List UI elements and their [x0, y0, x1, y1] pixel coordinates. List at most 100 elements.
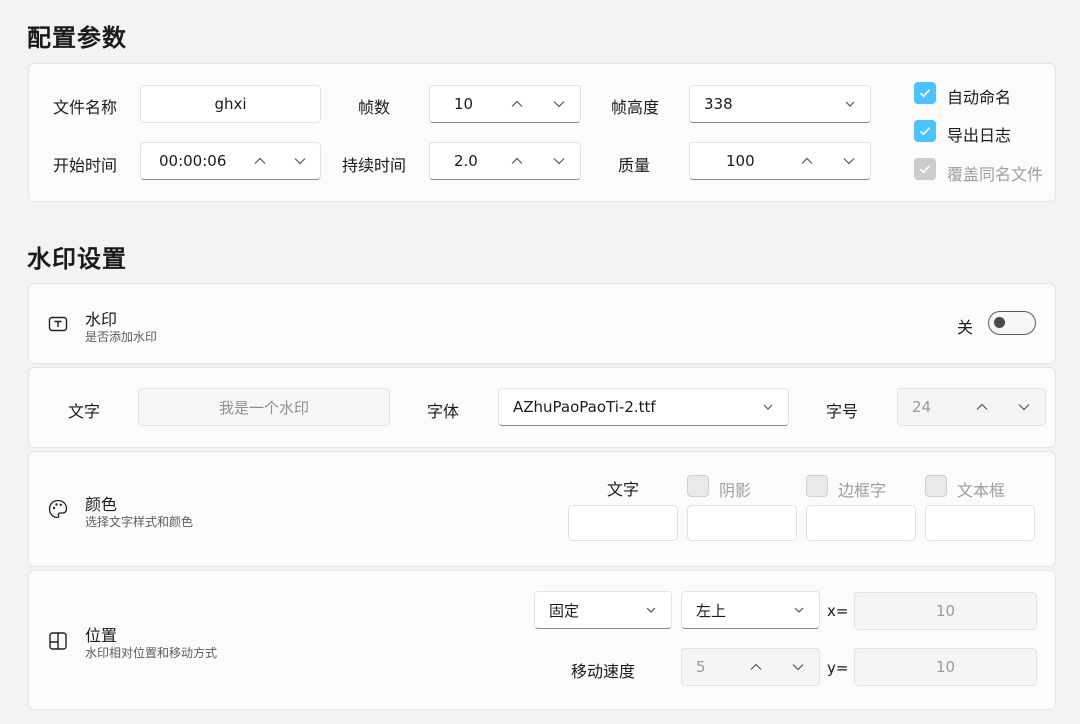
start-time-stepper[interactable]: 00:00:06	[140, 142, 321, 180]
watermark-toggle-desc: 是否添加水印	[85, 330, 158, 344]
frames-value: 10	[454, 95, 474, 113]
color-desc: 选择文字样式和颜色	[85, 515, 194, 529]
watermark-text-input[interactable]: 我是一个水印	[138, 388, 390, 426]
y-label: y=	[827, 659, 849, 677]
watermark-text-placeholder: 我是一个水印	[218, 398, 309, 417]
shadow-label: 阴影	[719, 481, 752, 500]
chevron-up-icon	[750, 663, 762, 670]
font-label: 字体	[427, 402, 460, 421]
color-title: 颜色	[85, 495, 118, 514]
speed-stepper[interactable]: 5	[681, 648, 820, 686]
y-input[interactable]: 10	[854, 648, 1037, 686]
x-input[interactable]: 10	[854, 592, 1037, 630]
chevron-up-icon	[254, 157, 266, 164]
frames-stepper[interactable]: 10	[429, 85, 581, 123]
quality-increment-button[interactable]	[786, 143, 828, 179]
border-text-checkbox[interactable]	[806, 475, 828, 497]
position-mode-select[interactable]: 固定	[534, 591, 672, 629]
chevron-down-icon	[646, 607, 656, 613]
frame-height-value: 338	[704, 95, 733, 113]
auto-name-checkbox[interactable]	[914, 82, 936, 104]
border-text-color-swatch[interactable]	[806, 505, 916, 541]
chevron-down-icon	[843, 158, 855, 165]
palette-icon	[48, 499, 68, 519]
frames-increment-button[interactable]	[496, 86, 538, 122]
overwrite-label: 覆盖同名文件	[947, 165, 1044, 184]
font-value: AZhuPaoPaoTi-2.ttf	[513, 398, 656, 416]
quality-value: 100	[726, 152, 755, 170]
export-log-label: 导出日志	[947, 126, 1012, 145]
chevron-down-icon	[294, 158, 306, 165]
quality-decrement-button[interactable]	[828, 143, 870, 179]
size-increment-button[interactable]	[961, 389, 1003, 425]
position-title: 位置	[85, 626, 118, 645]
text-box-checkbox[interactable]	[925, 475, 947, 497]
duration-increment-button[interactable]	[496, 143, 538, 179]
filename-value: ghxi	[214, 95, 247, 113]
chevron-up-icon	[511, 100, 523, 107]
x-value: 10	[935, 602, 956, 620]
watermark-toggle-switch[interactable]	[988, 311, 1036, 335]
speed-label: 移动速度	[571, 662, 636, 681]
toggle-state-label: 关	[957, 318, 974, 337]
speed-decrement-button[interactable]	[777, 649, 819, 685]
color-text-label: 文字	[607, 480, 640, 499]
chevron-up-icon	[976, 403, 988, 410]
size-stepper[interactable]: 24	[897, 388, 1046, 426]
position-anchor-value: 左上	[696, 601, 727, 620]
export-log-checkbox[interactable]	[914, 120, 936, 142]
frame-height-label: 帧高度	[611, 98, 660, 117]
size-decrement-button[interactable]	[1003, 389, 1045, 425]
chevron-down-icon	[792, 664, 804, 671]
chevron-up-icon	[801, 157, 813, 164]
position-anchor-select[interactable]: 左上	[681, 591, 820, 629]
text-box-color-swatch[interactable]	[925, 505, 1035, 541]
config-card	[28, 63, 1056, 202]
duration-label: 持续时间	[342, 156, 407, 175]
speed-increment-button[interactable]	[735, 649, 777, 685]
start-time-decrement-button[interactable]	[280, 143, 320, 179]
filename-input[interactable]: ghxi	[140, 85, 321, 123]
duration-value: 2.0	[454, 152, 478, 170]
quality-stepper[interactable]: 100	[689, 142, 871, 180]
duration-stepper[interactable]: 2.0	[429, 142, 581, 180]
chevron-down-icon	[763, 404, 773, 410]
position-mode-value: 固定	[549, 601, 580, 620]
y-value: 10	[935, 658, 956, 676]
chevron-down-icon	[553, 158, 565, 165]
start-time-label: 开始时间	[53, 156, 118, 175]
text-label: 文字	[68, 402, 101, 421]
checkmark-icon	[919, 127, 931, 136]
overwrite-checkbox[interactable]	[914, 158, 936, 180]
speed-value: 5	[696, 658, 706, 676]
start-time-increment-button[interactable]	[240, 143, 280, 179]
toggle-knob	[994, 317, 1005, 328]
checkmark-icon	[919, 89, 931, 98]
chevron-down-icon	[794, 607, 804, 613]
watermark-toggle-title: 水印	[85, 310, 118, 329]
font-select[interactable]: AZhuPaoPaoTi-2.ttf	[498, 388, 789, 426]
watermark-section-title: 水印设置	[27, 245, 127, 273]
size-label: 字号	[826, 402, 859, 421]
shadow-checkbox[interactable]	[687, 475, 709, 497]
text-box-icon	[48, 316, 68, 332]
frames-label: 帧数	[358, 98, 391, 117]
chevron-down-icon	[1018, 404, 1030, 411]
watermark-toggle-card	[28, 283, 1056, 364]
layout-grid-icon	[49, 632, 67, 650]
duration-decrement-button[interactable]	[538, 143, 580, 179]
config-section-title: 配置参数	[27, 24, 127, 52]
frame-height-select[interactable]: 338	[689, 85, 871, 123]
frames-decrement-button[interactable]	[538, 86, 580, 122]
shadow-color-swatch[interactable]	[687, 505, 797, 541]
chevron-down-icon	[553, 101, 565, 108]
chevron-up-icon	[511, 157, 523, 164]
checkmark-icon	[919, 165, 931, 174]
text-color-swatch[interactable]	[568, 505, 678, 541]
text-box-label: 文本框	[957, 481, 1006, 500]
chevron-down-icon	[845, 101, 855, 107]
auto-name-label: 自动命名	[947, 88, 1012, 107]
x-label: x=	[827, 602, 849, 620]
size-value: 24	[912, 398, 932, 416]
quality-label: 质量	[618, 156, 651, 175]
